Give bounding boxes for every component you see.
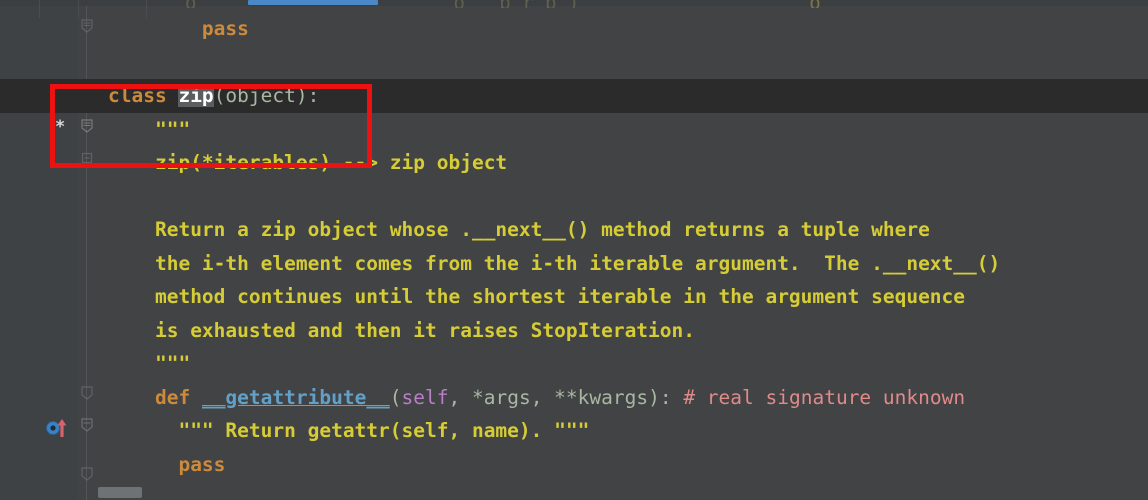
clipped-code-line-above: oo p r p )o	[0, 0, 1148, 8]
code-line[interactable]: class zip(object):	[0, 79, 1148, 113]
code-token-fname: __getattribute__	[201, 385, 390, 409]
code-fold-marker-icon[interactable]	[79, 466, 95, 482]
code-line[interactable]: """	[0, 113, 1148, 147]
code-fold-marker-icon[interactable]	[79, 18, 95, 34]
code-line[interactable]: pass	[0, 12, 1148, 46]
code-line[interactable]: """	[0, 347, 1148, 381]
code-token-comment: # real signature unknown	[683, 385, 966, 409]
code-token-punct	[190, 386, 202, 409]
code-token-doc: """ Return getattr(self, name). """	[178, 419, 590, 442]
code-token-punct: (object):	[213, 84, 320, 107]
code-editor-screenshot: pass class zip(object): """ zip(*iterable…	[0, 0, 1148, 500]
code-token-doc: Return a zip object whose .__next__() me…	[154, 218, 930, 241]
code-line[interactable]: Return a zip object whose .__next__() me…	[0, 213, 1148, 247]
horizontal-scrollbar-thumb[interactable]	[98, 487, 142, 498]
code-token-doc: method continues until the shortest iter…	[154, 285, 966, 308]
code-token-punct	[167, 84, 179, 107]
code-line[interactable]: is exhausted and then it raises StopIter…	[0, 314, 1148, 348]
code-token-doc: """	[154, 352, 191, 375]
code-token-kw: class	[108, 84, 167, 107]
code-fold-marker-icon[interactable]	[79, 417, 95, 433]
code-token-kw: pass	[201, 17, 249, 40]
code-token-kw: pass	[178, 452, 226, 476]
code-line[interactable]: def __getattribute__(self, *args, **kwar…	[0, 381, 1148, 415]
code-token-cname: zip	[178, 84, 214, 107]
code-token-doc: is exhausted and then it raises StopIter…	[154, 318, 696, 342]
code-fold-marker-icon[interactable]	[79, 150, 95, 166]
code-token-punct	[672, 386, 684, 409]
code-fold-marker-icon[interactable]	[79, 118, 95, 134]
code-text-area[interactable]: pass class zip(object): """ zip(*iterable…	[0, 0, 1148, 500]
code-token-punct: (	[389, 385, 402, 409]
code-fold-marker-icon[interactable]	[79, 385, 95, 401]
code-token-kw: def	[154, 385, 191, 409]
code-line[interactable]: the i-th element comes from the i-th ite…	[0, 247, 1148, 281]
code-token-doc: zip(*iterables) --> zip object	[154, 151, 508, 174]
modified-line-marker: *	[55, 117, 66, 137]
code-token-doc: the i-th element comes from the i-th ite…	[154, 251, 1001, 275]
code-line[interactable]: zip(*iterables) --> zip object	[0, 146, 1148, 180]
code-token-param: , *args, **kwargs):	[448, 385, 672, 409]
code-line[interactable]: pass	[0, 448, 1148, 482]
code-line[interactable]	[0, 180, 1148, 214]
code-line[interactable]	[0, 46, 1148, 80]
code-token-doc: """	[154, 117, 191, 141]
code-line[interactable]: method continues until the shortest iter…	[0, 280, 1148, 314]
code-line[interactable]: """ Return getattr(self, name). """	[0, 414, 1148, 448]
overriding-method-icon[interactable]	[45, 415, 71, 437]
code-token-selfkw: self	[401, 385, 449, 409]
